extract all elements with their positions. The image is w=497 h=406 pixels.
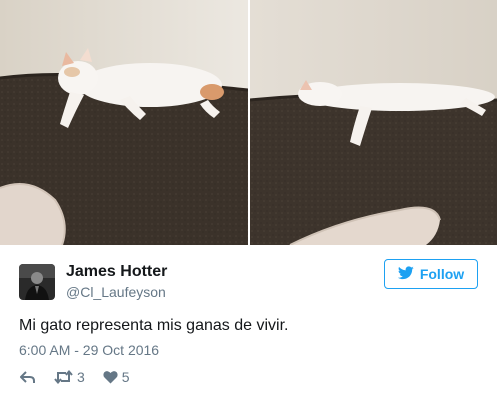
follow-button[interactable]: Follow (384, 259, 478, 289)
cat-photo-2[interactable] (250, 0, 497, 245)
retweet-button[interactable]: 3 (54, 369, 85, 385)
heart-icon (103, 370, 118, 384)
avatar[interactable] (19, 264, 55, 300)
tweet-card: James Hotter @Cl_Laufeyson Follow Mi gat… (0, 245, 497, 406)
retweet-icon (54, 370, 73, 384)
tweet-text: Mi gato representa mis ganas de vivir. (19, 317, 289, 334)
like-button[interactable]: 5 (103, 369, 130, 385)
reply-icon (19, 370, 36, 384)
twitter-bird-icon (397, 265, 414, 283)
tweet-media (0, 0, 497, 245)
retweet-count: 3 (77, 369, 85, 385)
tweet-actions: 3 5 (19, 369, 148, 385)
display-name[interactable]: James Hotter (66, 263, 167, 281)
tweet-timestamp[interactable]: 6:00 AM - 29 Oct 2016 (19, 342, 159, 358)
user-handle[interactable]: @Cl_Laufeyson (66, 284, 166, 300)
follow-label: Follow (419, 266, 465, 282)
cat-photo-1[interactable] (0, 0, 248, 245)
reply-button[interactable] (19, 370, 36, 384)
like-count: 5 (121, 369, 130, 385)
